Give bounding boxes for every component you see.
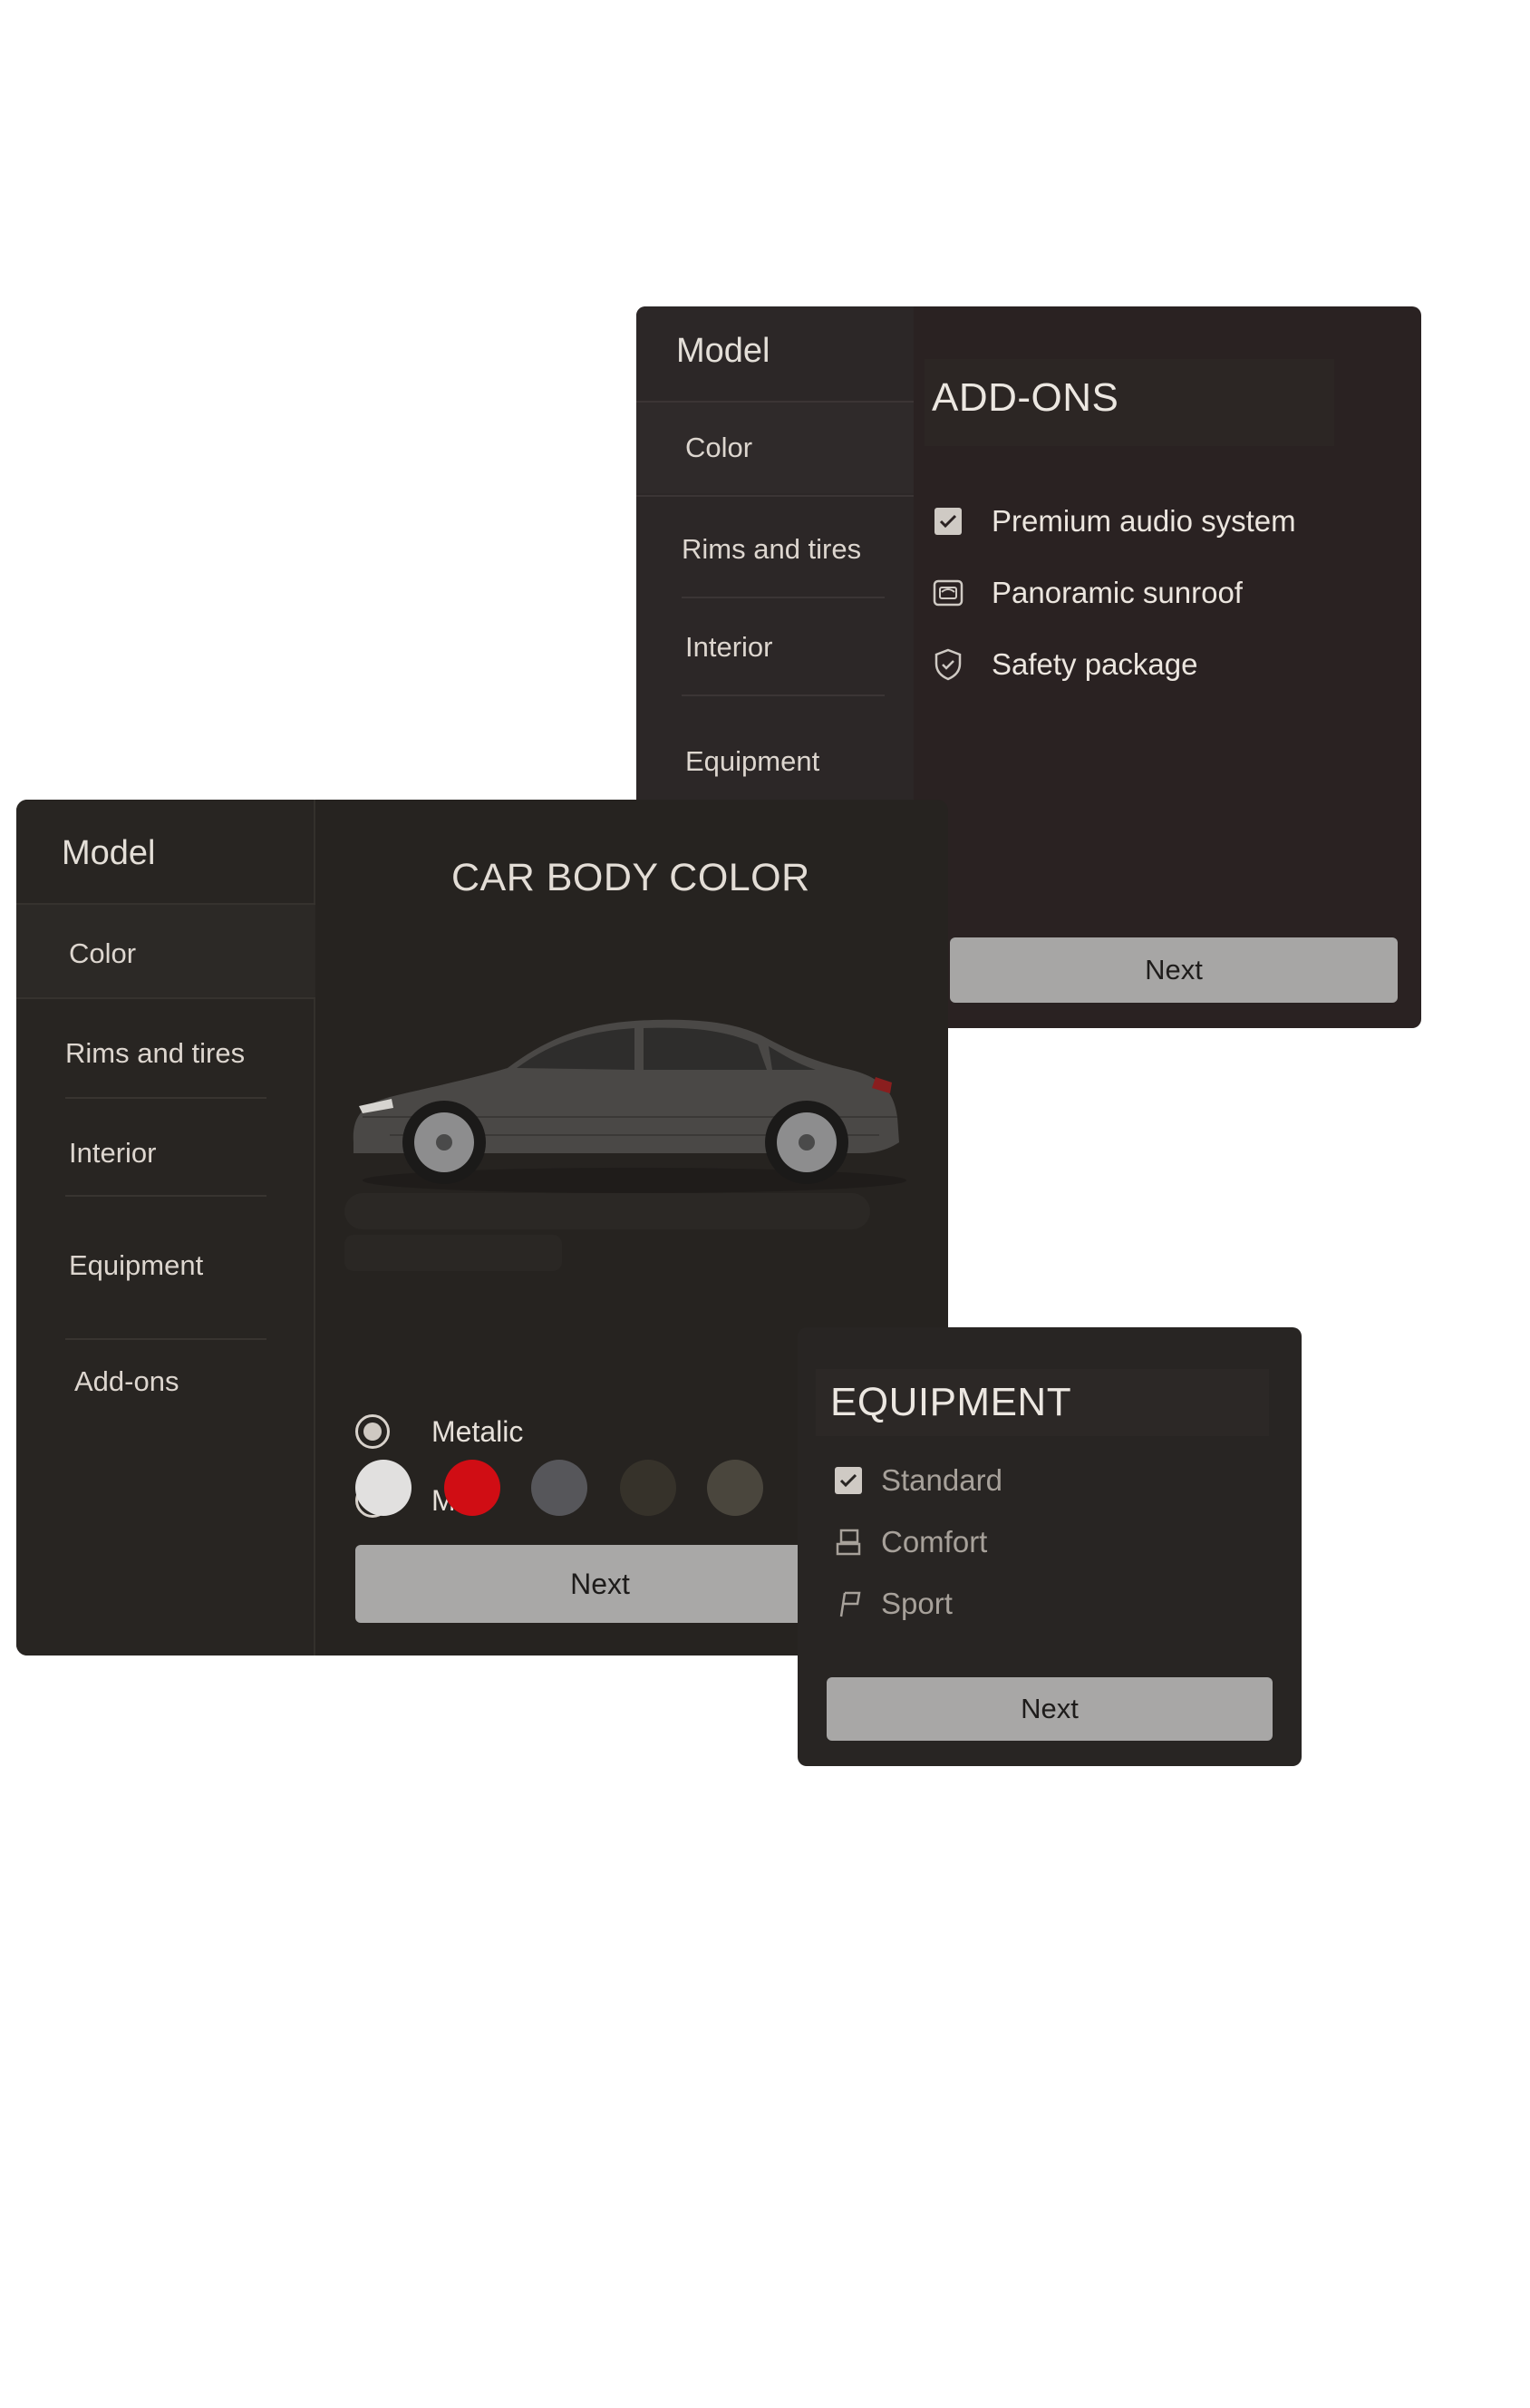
divider [682, 597, 885, 598]
addon-option-label: Safety package [992, 647, 1198, 681]
addons-title: ADD-ONS [932, 375, 1119, 420]
equipment-option-label: Sport [881, 1587, 953, 1620]
divider [65, 1338, 266, 1340]
finish-option-label: Metalic [431, 1414, 524, 1448]
color-next-button[interactable]: Next [355, 1545, 845, 1623]
flag-icon [832, 1588, 865, 1620]
addon-option-audio[interactable]: Premium audio system [932, 499, 1296, 544]
seat-icon [832, 1526, 865, 1558]
car-image [353, 1019, 906, 1193]
addon-option-sunroof[interactable]: Panoramic sunroof [932, 570, 1243, 616]
color-nav-equipment[interactable]: Equipment [69, 1249, 203, 1282]
equipment-option-label: Standard [881, 1463, 1002, 1497]
checkbox-checked-icon[interactable] [932, 505, 964, 538]
equipment-option-comfort[interactable]: Comfort [832, 1520, 987, 1565]
divider [682, 694, 885, 696]
color-nav-interior[interactable]: Interior [69, 1137, 156, 1170]
divider [65, 1097, 266, 1099]
divider [636, 401, 914, 403]
equipment-option-standard[interactable]: Standard [832, 1458, 1002, 1503]
color-swatch-dark-olive[interactable] [620, 1460, 676, 1516]
color-swatch-olive[interactable] [707, 1460, 763, 1516]
addon-option-label: Panoramic sunroof [992, 576, 1243, 609]
sunroof-icon [932, 577, 964, 609]
equipment-title: EQUIPMENT [830, 1380, 1072, 1424]
addon-option-safety[interactable]: Safety package [932, 642, 1198, 687]
addons-next-button[interactable]: Next [950, 937, 1398, 1003]
addons-nav-active-bg [636, 403, 914, 493]
shield-check-icon [932, 648, 964, 681]
color-sidebar-model[interactable]: Model [62, 834, 156, 873]
car-shadow [344, 1193, 870, 1229]
color-sidebar: Model Color Rims and tires Interior Equi… [16, 800, 315, 1656]
color-nav-addons[interactable]: Add-ons [74, 1365, 179, 1398]
color-swatch-red[interactable] [444, 1460, 500, 1516]
finish-option-metalic[interactable]: Metalic [355, 1409, 523, 1454]
addons-nav-equipment[interactable]: Equipment [685, 745, 819, 778]
addons-nav-interior[interactable]: Interior [685, 631, 772, 664]
color-swatch-white[interactable] [355, 1460, 412, 1516]
addon-option-label: Premium audio system [992, 504, 1296, 538]
equipment-next-button[interactable]: Next [827, 1677, 1273, 1741]
color-nav-rims[interactable]: Rims and tires [65, 1037, 245, 1070]
equipment-panel: EQUIPMENT Standard Comfort Sport Next [798, 1327, 1302, 1766]
equipment-option-sport[interactable]: Sport [832, 1581, 953, 1626]
car-shadow [344, 1235, 562, 1271]
addons-nav-rims[interactable]: Rims and tires [682, 533, 861, 566]
addons-sidebar-model[interactable]: Model [676, 332, 770, 371]
divider [636, 495, 914, 497]
color-nav-active-bg [16, 903, 315, 999]
equipment-option-label: Comfort [881, 1525, 988, 1558]
color-swatch-gray[interactable] [531, 1460, 587, 1516]
addons-nav-color[interactable]: Color [685, 432, 752, 464]
color-title: CAR BODY COLOR [451, 856, 810, 899]
checkbox-checked-icon[interactable] [832, 1464, 865, 1497]
radio-selected-icon[interactable] [355, 1414, 390, 1449]
divider [65, 1195, 266, 1197]
color-nav-color[interactable]: Color [69, 937, 136, 970]
